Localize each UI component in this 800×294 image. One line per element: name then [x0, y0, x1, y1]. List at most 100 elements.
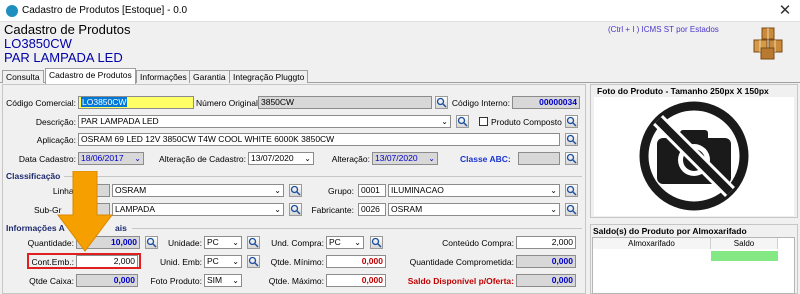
photo-panel-title: Foto do Produto - Tamanho 250px X 150px	[597, 86, 769, 96]
grupo-search-button[interactable]	[565, 184, 578, 197]
qtde-minimo-label: Qtde. Mínimo:	[270, 257, 324, 267]
und-compra-label: Und. Compra:	[271, 238, 324, 248]
search-icon	[566, 134, 577, 145]
product-code-heading: LO3850CW	[4, 36, 72, 51]
search-icon	[566, 185, 577, 196]
fabricante-code-field[interactable]: 0026	[358, 203, 386, 216]
linha-value: OSRAM	[115, 185, 147, 195]
classe-abc-label: Classe ABC:	[460, 154, 511, 164]
search-icon	[566, 116, 577, 127]
codigo-comercial-field[interactable]: LO3850CW	[78, 96, 194, 109]
subgrupo-dropdown[interactable]: LAMPADA ⌄	[112, 203, 284, 216]
fabricante-value: OSRAM	[391, 204, 423, 214]
saldo-table[interactable]: Almoxarifado Saldo	[592, 237, 795, 294]
unid-emb-search-button[interactable]	[247, 255, 260, 268]
produto-composto-search-button[interactable]	[565, 115, 578, 128]
descricao-dropdown[interactable]: PAR LAMPADA LED ⌄	[78, 115, 451, 128]
qtde-maximo-label: Qtde. Máximo:	[268, 276, 324, 286]
conteudo-compra-field[interactable]: 2,000	[516, 236, 576, 249]
qtde-minimo-field[interactable]: 0,000	[326, 255, 386, 268]
tab-cadastro-produtos[interactable]: Cadastro de Produtos	[45, 68, 136, 84]
search-icon	[566, 204, 577, 215]
data-cadastro-value: 18/06/2017	[81, 153, 124, 163]
classe-abc-field	[518, 152, 560, 165]
numero-original-label: Número Original:	[196, 98, 261, 108]
alteracao-value: 13/07/2020	[375, 153, 418, 163]
chevron-down-icon: ⌄	[274, 205, 281, 214]
saldo-row-highlight	[711, 251, 778, 261]
informacoes-divider	[132, 228, 582, 229]
codigo-interno-field: 00000034	[512, 96, 580, 109]
produto-composto-label: Produto Composto	[491, 117, 562, 127]
product-photo[interactable]	[594, 97, 794, 216]
foto-produto-value: SIM	[207, 275, 223, 285]
search-icon	[371, 237, 382, 248]
und-compra-search-button[interactable]	[370, 236, 383, 249]
classificacao-divider	[64, 176, 582, 177]
chevron-down-icon: ⌄	[274, 186, 281, 195]
no-photo-icon	[639, 101, 749, 211]
grupo-value: ILUMINACAO	[391, 185, 444, 195]
unidade-dropdown[interactable]: PC ⌄	[204, 236, 242, 249]
tab-garantia[interactable]: Garantia	[189, 70, 230, 83]
data-cadastro-picker[interactable]: 18/06/2017 ⌄	[78, 152, 144, 165]
linha-dropdown[interactable]: OSRAM ⌄	[112, 184, 284, 197]
page-title: Cadastro de Produtos	[4, 22, 131, 37]
alteracao-cadastro-picker[interactable]: 13/07/2020 ⌄	[248, 152, 314, 165]
close-button[interactable]: ✕	[774, 2, 796, 20]
numero-original-search-button[interactable]	[435, 96, 448, 109]
tab-consulta[interactable]: Consulta	[2, 70, 44, 83]
saldo-panel-title: Saldo(s) do Produto por Almoxarifado	[593, 226, 747, 236]
classificacao-section-title: Classificação	[6, 171, 61, 181]
foto-produto-dropdown[interactable]: SIM ⌄	[204, 274, 242, 287]
unid-emb-dropdown[interactable]: PC ⌄	[204, 255, 242, 268]
aplicacao-search-button[interactable]	[565, 133, 578, 146]
app-icon	[6, 5, 18, 17]
quantidade-comprometida-label: Quantidade Comprometida:	[409, 257, 514, 267]
chevron-down-icon: ⌄	[550, 186, 557, 195]
search-icon	[248, 237, 259, 248]
quantidade-search-button[interactable]	[145, 236, 158, 249]
saldo-column-saldo[interactable]: Saldo	[711, 238, 778, 249]
produto-composto-checkbox[interactable]	[479, 117, 488, 126]
descricao-value: PAR LAMPADA LED	[81, 116, 159, 126]
descricao-search-button[interactable]	[456, 115, 469, 128]
window-title: Cadastro de Produtos [Estoque] - 0.0	[22, 5, 188, 16]
quantidade-comprometida-field: 0,000	[516, 255, 576, 268]
grupo-dropdown[interactable]: ILUMINACAO ⌄	[388, 184, 560, 197]
unid-emb-label: Unid. Emb:	[160, 257, 203, 267]
unidade-search-button[interactable]	[247, 236, 260, 249]
saldo-disponivel-label: Saldo Disponível p/Oferta:	[407, 276, 514, 286]
tab-informacoes[interactable]: Informações	[136, 70, 191, 83]
codigo-comercial-label: Código Comercial:	[6, 98, 76, 108]
chevron-down-icon: ⌄	[428, 154, 435, 163]
search-icon	[457, 116, 468, 127]
codigo-comercial-value: LO3850CW	[81, 97, 128, 107]
chevron-down-icon: ⌄	[232, 257, 239, 266]
fabricante-search-button[interactable]	[565, 203, 578, 216]
grupo-code-field[interactable]: 0001	[358, 184, 386, 197]
aplicacao-label: Aplicação:	[36, 135, 76, 145]
und-compra-dropdown[interactable]: PC ⌄	[326, 236, 364, 249]
chevron-down-icon: ⌄	[304, 154, 311, 163]
numero-original-field[interactable]: 3850CW	[258, 96, 432, 109]
tab-strip: Consulta Cadastro de Produtos Informaçõe…	[0, 68, 800, 84]
icms-shortcut-hint: (Ctrl + I ) ICMS ST por Estados	[608, 25, 719, 34]
boxes-icon[interactable]	[751, 26, 785, 60]
conteudo-compra-label: Conteúdo Compra:	[442, 238, 514, 248]
fabricante-label: Fabricante:	[311, 205, 354, 215]
alteracao-picker[interactable]: 13/07/2020 ⌄	[372, 152, 438, 165]
tab-integracao-pluggto[interactable]: Integração Pluggto	[229, 70, 309, 83]
subgrupo-value: LAMPADA	[115, 204, 155, 214]
saldo-column-almoxarifado[interactable]: Almoxarifado	[593, 238, 711, 249]
chevron-down-icon: ⌄	[134, 154, 141, 163]
qtde-maximo-field[interactable]: 0,000	[326, 274, 386, 287]
cont-emb-highlight-box	[27, 253, 141, 269]
aplicacao-field[interactable]: OSRAM 69 LED 12V 3850CW T4W COOL WHITE 6…	[78, 133, 560, 146]
classe-abc-search-button[interactable]	[565, 152, 578, 165]
chevron-down-icon: ⌄	[354, 238, 361, 247]
descricao-label: Descrição:	[35, 117, 76, 127]
fabricante-dropdown[interactable]: OSRAM ⌄	[388, 203, 560, 216]
unidade-value: PC	[207, 237, 219, 247]
foto-produto-label: Foto Produto:	[150, 276, 202, 286]
